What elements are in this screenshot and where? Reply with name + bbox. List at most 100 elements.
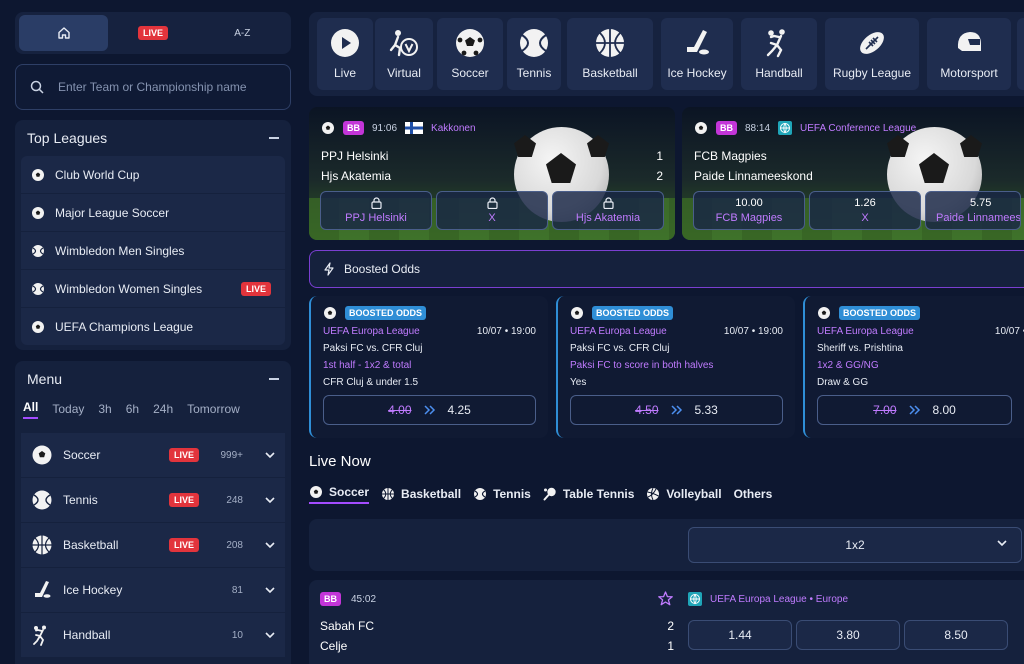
tab-label: Others xyxy=(733,487,773,501)
collapse-icon[interactable] xyxy=(269,378,279,380)
odd-button-draw[interactable]: X xyxy=(436,191,548,230)
sport-handball[interactable]: Handball xyxy=(741,18,817,90)
home-tab[interactable] xyxy=(19,15,109,51)
odd-button-draw[interactable]: 1.26 X xyxy=(809,191,921,230)
match-clock: 45:02 xyxy=(351,593,377,605)
boosted-odds-tag: BOOSTED ODDS xyxy=(592,306,674,320)
sport-soccer[interactable]: Soccer xyxy=(437,18,503,90)
odd-value: 1.26 xyxy=(854,197,876,209)
soccer-ball-icon xyxy=(323,306,337,320)
menu-item-basketball[interactable]: Basketball LIVE 208 xyxy=(21,523,285,567)
tab-volleyball[interactable]: Volleyball xyxy=(646,484,722,504)
home-team: PPJ Helsinki xyxy=(321,149,389,163)
match-name: Paksi FC vs. CFR Cluj xyxy=(570,343,670,354)
odd-button-away[interactable]: 8.50 xyxy=(904,620,1008,650)
chevron-down-icon[interactable] xyxy=(265,496,275,504)
odd-button-home[interactable]: 10.00 FCB Magpies xyxy=(693,191,805,230)
live-tab[interactable]: LIVE xyxy=(108,15,197,51)
sport-live[interactable]: Live xyxy=(317,18,373,90)
sport-tennis[interactable]: Tennis xyxy=(507,18,561,90)
tab-soccer[interactable]: Soccer xyxy=(309,484,370,504)
match-clock: 88:14 xyxy=(745,122,771,134)
soccer-ball-icon xyxy=(570,306,584,320)
home-score: 1 xyxy=(656,149,663,163)
boosted-odds-header[interactable]: Boosted Odds xyxy=(309,250,1024,288)
new-odd: 4.25 xyxy=(447,403,471,417)
menu-item-handball[interactable]: Handball 10 xyxy=(21,613,285,657)
market-select[interactable]: 1x2 xyxy=(688,527,1022,563)
odd-button-home[interactable]: PPJ Helsinki xyxy=(320,191,432,230)
chevron-down-icon[interactable] xyxy=(265,451,275,459)
event-count: 10 xyxy=(231,629,243,641)
az-tab[interactable]: A-Z xyxy=(198,15,287,51)
league-name[interactable]: UEFA Europa League xyxy=(817,326,914,337)
league-name[interactable]: UEFA Europa League xyxy=(570,326,667,337)
odd-button-away[interactable]: Hjs Akatemia xyxy=(552,191,664,230)
top-leagues-title: Top Leagues xyxy=(27,130,108,146)
tab-basketball[interactable]: Basketball xyxy=(381,484,461,504)
tab-label: Basketball xyxy=(401,487,462,501)
search-input[interactable] xyxy=(58,80,276,94)
menu-item-ice-hockey[interactable]: Ice Hockey 81 xyxy=(21,568,285,612)
menu-item-soccer[interactable]: Soccer LIVE 999+ xyxy=(21,433,285,477)
filter-3h[interactable]: 3h xyxy=(98,402,111,416)
live-event-row[interactable]: BB 45:02 UEFA Europa League • Europe Sab… xyxy=(309,580,1024,664)
league-name[interactable]: UEFA Europa League xyxy=(323,326,420,337)
boosted-odd-button[interactable]: 4.50 5.33 xyxy=(570,395,783,425)
away-team: Celje xyxy=(320,639,348,653)
odd-selection: X xyxy=(861,212,869,224)
odd-button-home[interactable]: 1.44 xyxy=(688,620,792,650)
market-name: 1st half - 1x2 & total xyxy=(323,360,412,371)
sport-virtual[interactable]: Virtual xyxy=(375,18,433,90)
boosted-odd-button[interactable]: 7.00 8.00 xyxy=(817,395,1012,425)
league-name[interactable]: UEFA Europa League • Europe xyxy=(710,594,848,605)
bet-builder-badge: BB xyxy=(716,121,737,135)
filter-6h[interactable]: 6h xyxy=(126,402,139,416)
league-name[interactable]: UEFA Conference League xyxy=(800,123,916,134)
league-item-club-world-cup[interactable]: Club World Cup xyxy=(21,156,285,193)
tab-tennis[interactable]: Tennis xyxy=(473,484,531,504)
collapse-icon[interactable] xyxy=(269,137,279,139)
soccer-ball-icon xyxy=(31,206,45,220)
sport-label: Motorsport xyxy=(940,66,998,80)
top-leagues-header[interactable]: Top Leagues xyxy=(15,120,291,156)
filter-24h[interactable]: 24h xyxy=(153,402,173,416)
menu-item-tennis[interactable]: Tennis LIVE 248 xyxy=(21,478,285,522)
sport-label: Rugby League xyxy=(832,66,912,80)
tab-table-tennis[interactable]: Table Tennis xyxy=(543,484,634,504)
boosted-odd-button[interactable]: 4.00 4.25 xyxy=(323,395,536,425)
league-item-champions-league[interactable]: UEFA Champions League xyxy=(21,308,285,345)
boosted-odds-tag: BOOSTED ODDS xyxy=(839,306,921,320)
time-filters: All Today 3h 6h 24h Tomorrow xyxy=(15,397,291,421)
odd-button-away[interactable]: 5.75 Paide Linnameeskond xyxy=(925,191,1021,230)
sport-next[interactable] xyxy=(1017,18,1024,90)
chevron-down-icon xyxy=(997,540,1007,547)
sport-ice-hockey[interactable]: Ice Hockey xyxy=(661,18,733,90)
league-item-wimbledon-men[interactable]: Wimbledon Men Singles xyxy=(21,232,285,269)
league-name[interactable]: Kakkonen xyxy=(431,123,475,134)
odd-value: 5.75 xyxy=(970,197,992,209)
odd-button-draw[interactable]: 3.80 xyxy=(796,620,900,650)
match-odds: PPJ Helsinki X Hjs Akatemia xyxy=(320,191,664,230)
event-count: 999+ xyxy=(220,449,243,461)
live-now-title: Live Now xyxy=(309,453,371,470)
tab-others[interactable]: Others xyxy=(734,484,773,504)
filter-tomorrow[interactable]: Tomorrow xyxy=(187,402,240,416)
basketball-icon xyxy=(381,487,395,501)
sport-rugby-league[interactable]: Rugby League xyxy=(825,18,919,90)
filter-today[interactable]: Today xyxy=(52,402,84,416)
league-item-wimbledon-women[interactable]: Wimbledon Women Singles LIVE xyxy=(21,270,285,307)
match-odds: 10.00 FCB Magpies 1.26 X 5.75 Paide Linn… xyxy=(693,191,1021,230)
chevron-down-icon[interactable] xyxy=(265,631,275,639)
match-name: Paksi FC vs. CFR Cluj xyxy=(323,343,423,354)
sport-motorsport[interactable]: Motorsport xyxy=(927,18,1011,90)
boosted-odds-tag: BOOSTED ODDS xyxy=(345,306,427,320)
bet-builder-badge: BB xyxy=(320,592,341,606)
menu-header[interactable]: Menu xyxy=(15,361,291,397)
chevron-down-icon[interactable] xyxy=(265,541,275,549)
league-item-major-league-soccer[interactable]: Major League Soccer xyxy=(21,194,285,231)
chevron-down-icon[interactable] xyxy=(265,586,275,594)
sport-basketball[interactable]: Basketball xyxy=(567,18,653,90)
star-icon[interactable] xyxy=(658,591,673,606)
filter-all[interactable]: All xyxy=(23,400,39,419)
